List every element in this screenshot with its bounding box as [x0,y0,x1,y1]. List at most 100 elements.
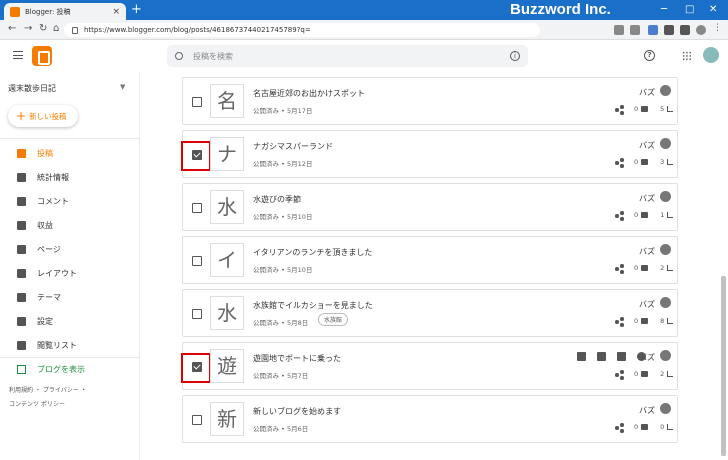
new-post-button[interactable]: + 新しい投稿 [8,105,78,127]
url-input[interactable]: https://www.blogger.com/blog/posts/46186… [64,23,540,37]
browser-tab[interactable]: Blogger: 投稿 × [4,3,126,20]
view-count: 8 [660,317,665,325]
blogger-logo[interactable] [32,46,52,66]
post-author: バズ [639,300,655,309]
share-icon[interactable] [615,423,624,433]
share-icon[interactable] [615,264,624,274]
label-icon[interactable] [597,352,606,361]
post-checkbox[interactable] [192,362,202,372]
view-blog-link[interactable]: ブログを表示 [17,364,85,375]
post-checkbox[interactable] [192,309,202,319]
sidebar-item-5[interactable]: レイアウト [0,263,139,283]
share-icon[interactable] [615,158,624,168]
forward-icon[interactable]: → [24,23,32,34]
search-info-icon[interactable]: i [510,51,520,61]
post-title[interactable]: 名古屋近郊のお出かけスポット [253,88,365,99]
sidebar-item-1[interactable]: 統計情報 [0,167,139,187]
sidebar-item-3[interactable]: 収益 [0,215,139,235]
extension-icon[interactable] [648,25,658,35]
sidebar-item-4[interactable]: ページ [0,239,139,259]
move-to-folder-icon[interactable] [577,352,586,361]
back-icon[interactable]: ← [8,23,16,34]
search-placeholder: 投稿を検索 [193,51,233,61]
sidebar-item-2[interactable]: コメント [0,191,139,211]
post-title[interactable]: ナガシマスパーランド [253,141,333,152]
post-thumbnail[interactable]: 新 [210,402,244,436]
comment-icon [641,212,649,218]
scrollbar[interactable] [721,276,726,456]
share-page-icon[interactable] [614,25,624,35]
delete-icon[interactable] [617,352,626,361]
post-thumbnail[interactable]: 水 [210,296,244,330]
post-row[interactable]: 新新しいブログを始めます 公開済み • 5月6日 バズ 0 0 [182,395,678,443]
post-checkbox[interactable] [192,415,202,425]
stats-bar-icon [667,106,674,112]
view-eye-icon[interactable] [637,352,646,361]
post-title[interactable]: 新しいブログを始めます [253,406,341,417]
pages-icon [17,244,26,254]
blog-name[interactable]: 週末散歩日記 [8,83,56,94]
post-status-date: 公開済み • 5月17日 [253,107,313,115]
post-thumbnail[interactable]: 遊 [210,349,244,383]
post-title[interactable]: 水族館でイルカショーを見ました [253,300,373,311]
post-thumbnail[interactable]: ナ [210,137,244,171]
post-author: バズ [639,247,655,256]
help-icon[interactable]: ? [644,50,655,61]
side-panel-icon[interactable] [680,25,690,35]
post-checkbox[interactable] [192,97,202,107]
post-row[interactable]: 水水遊びの季節 公開済み • 5月10日 バズ 0 1 [182,183,678,231]
sidebar-item-label: 設定 [37,316,53,326]
reload-icon[interactable]: ↻ [39,23,47,34]
share-icon[interactable] [615,317,624,327]
profile-icon[interactable] [696,25,706,35]
divider [0,138,140,139]
tab-close-icon[interactable]: × [112,7,120,17]
post-label-chip[interactable]: 水族館 [318,313,349,326]
post-status-date: 公開済み • 5月6日 [253,425,309,433]
minimize-icon[interactable]: ─ [661,4,667,15]
post-status-date: 公開済み • 5月7日 [253,372,309,380]
extensions-puzzle-icon[interactable] [664,25,674,35]
menu-dots-icon[interactable]: ⋮ [713,23,723,33]
post-checkbox[interactable] [192,203,202,213]
close-window-icon[interactable]: ✕ [709,4,717,15]
post-row[interactable]: 名名古屋近郊のお出かけスポット 公開済み • 5月17日 バズ 0 5 [182,77,678,125]
sidebar-item-0[interactable]: 投稿 [0,143,139,163]
blogger-favicon-icon [10,6,20,17]
post-row[interactable]: ナナガシマスパーランド 公開済み • 5月12日 バズ 0 3 [181,130,678,178]
sidebar-item-8[interactable]: 閲覧リスト [0,335,139,355]
post-row[interactable]: イイタリアンのランチを頂きました 公開済み • 5月10日 バズ 0 2 [182,236,678,284]
hamburger-menu-icon[interactable] [13,51,23,59]
post-status-date: 公開済み • 5月8日 [253,319,309,327]
post-thumbnail[interactable]: イ [210,243,244,277]
sidebar-item-6[interactable]: テーマ [0,287,139,307]
footer-links-terms-privacy[interactable]: 利用規約 ・ プライバシー ・ [9,385,87,394]
sidebar-item-label: 統計情報 [37,172,69,182]
post-row[interactable]: 水水族館でイルカショーを見ました 公開済み • 5月8日 水族館 バズ 0 8 [182,289,678,337]
bookmark-star-icon[interactable] [630,25,640,35]
post-checkbox[interactable] [192,256,202,266]
post-row[interactable]: 遊遊園地でボートに乗った 公開済み • 5月7日 バズ 0 2 [181,342,678,390]
account-avatar[interactable] [703,47,719,63]
post-title[interactable]: イタリアンのランチを頂きました [253,247,372,258]
share-icon[interactable] [615,370,624,380]
post-checkbox[interactable] [192,150,202,160]
author-avatar [660,138,671,149]
maximize-icon[interactable]: □ [685,4,694,15]
post-title[interactable]: 水遊びの季節 [253,194,301,205]
post-thumbnail[interactable]: 水 [210,190,244,224]
share-icon[interactable] [615,211,624,221]
blog-switcher-chevron-down-icon[interactable]: ▼ [120,83,125,91]
search-input[interactable]: 投稿を検索 i [167,45,528,67]
share-icon[interactable] [615,105,624,115]
sidebar-item-label: レイアウト [37,268,77,278]
comment-icon [641,159,649,165]
home-icon[interactable]: ⌂ [53,23,59,34]
apps-grid-icon[interactable] [682,51,692,61]
post-title[interactable]: 遊園地でボートに乗った [253,353,341,364]
footer-links-content-policy[interactable]: コンテンツ ポリシー [9,399,65,408]
sidebar-item-7[interactable]: 設定 [0,311,139,331]
post-thumbnail[interactable]: 名 [210,84,244,118]
view-count: 2 [660,370,665,378]
new-tab-button[interactable]: + [131,3,142,17]
